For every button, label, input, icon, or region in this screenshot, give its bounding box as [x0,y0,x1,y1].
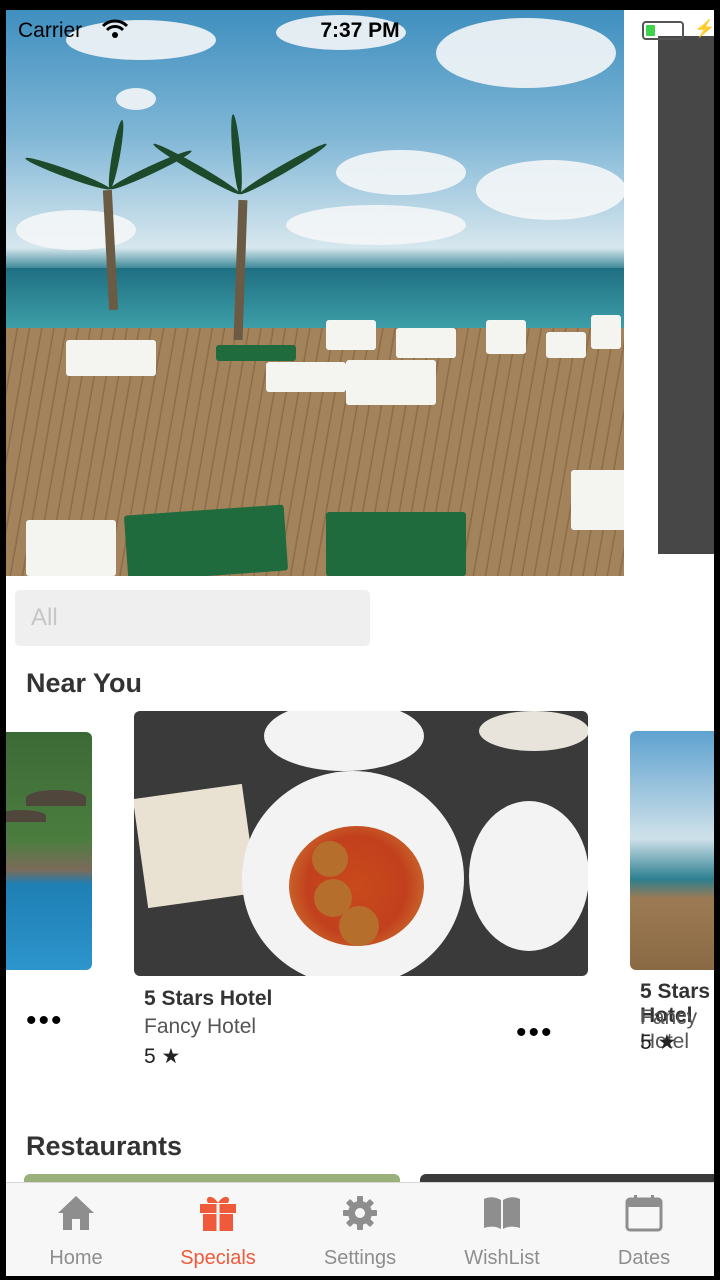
tab-wishlist[interactable]: WishList [432,1183,572,1276]
tab-dates[interactable]: Dates [574,1183,714,1276]
tab-label: Dates [617,1247,671,1269]
card-image-food[interactable] [134,711,588,976]
card-rating: 5 ★ [640,1031,677,1054]
section-title-restaurants: Restaurants [26,1131,183,1161]
tab-label: WishList [464,1247,540,1269]
more-options-button[interactable]: ••• [516,1018,554,1048]
gear-icon [343,1196,377,1230]
hero-image [6,10,624,576]
scroll-indicator[interactable] [658,36,714,554]
clock-time: 7:37 PM [320,19,400,42]
tab-label: Home [49,1247,103,1269]
search-input[interactable] [15,590,370,646]
tab-settings[interactable]: Settings [290,1183,430,1276]
book-icon [484,1197,520,1229]
section-title-near-you: Near You [26,668,143,698]
card-rating: 5 ★ [144,1045,181,1068]
tab-specials[interactable]: Specials [148,1183,288,1276]
tab-home[interactable]: Home [6,1183,146,1276]
calendar-icon [625,1195,663,1232]
card-image-pool[interactable] [6,732,92,970]
charging-icon: ⚡ [694,19,714,38]
gift-icon [200,1196,236,1231]
status-bar: Carrier 7:37 PM ⚡ [6,10,714,50]
card-image-beach[interactable] [630,731,714,970]
card-subtitle: Fancy Hotel [144,1015,257,1038]
app-screen: Carrier 7:37 PM ⚡ Near You ••• 5 Stars H… [6,10,714,1276]
card-title: 5 Stars Hotel [144,987,273,1010]
more-options-button[interactable]: ••• [26,1006,64,1036]
tab-bar: Home Specials Settings WishList Dates [6,1182,714,1276]
home-icon [58,1196,94,1230]
battery-icon [642,21,684,40]
tab-label: Specials [180,1247,256,1269]
tab-label: Settings [323,1247,397,1269]
